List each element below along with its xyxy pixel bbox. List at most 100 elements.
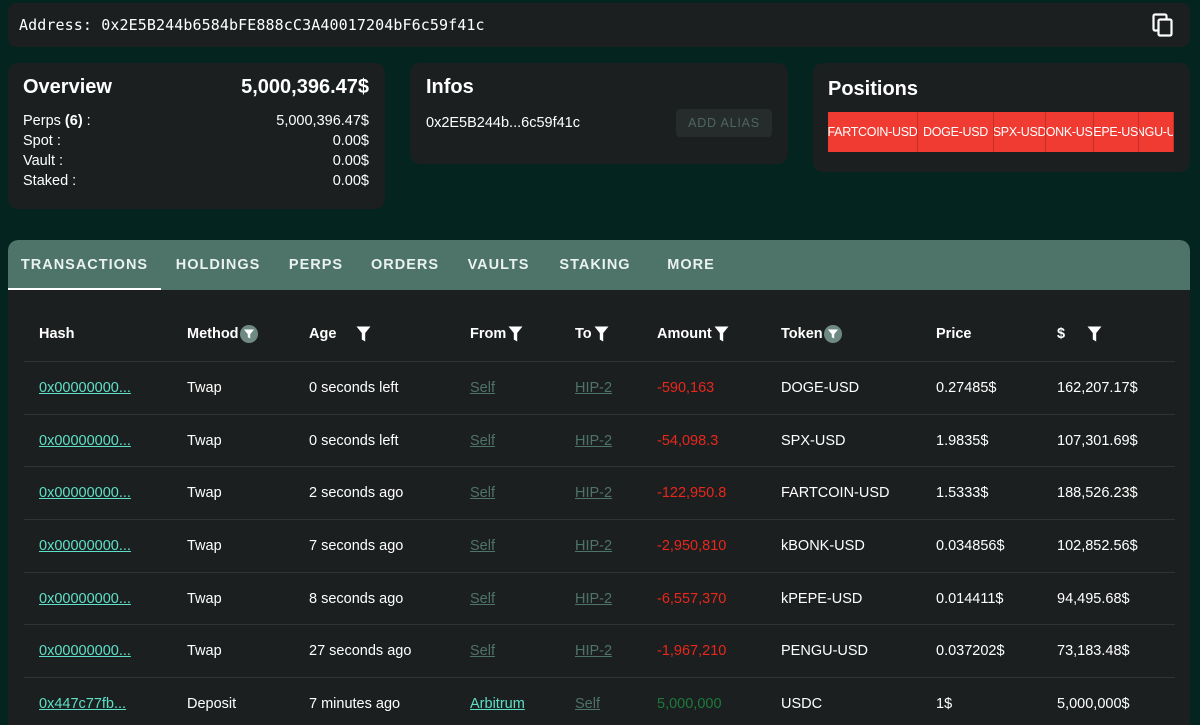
row-amount: -590,163 xyxy=(657,379,715,396)
position-badge-doge[interactable]: DOGE-USD xyxy=(918,112,994,152)
add-alias-button[interactable]: ADD ALIAS xyxy=(676,109,772,137)
tab-orders[interactable]: ORDERS xyxy=(357,240,453,290)
header-usd: $ xyxy=(1057,326,1102,342)
positions-badges: FARTCOIN-USD DOGE-USD SPX-USD BONK-USD P… xyxy=(828,112,1174,152)
row-hash-link[interactable]: 0x00000000... xyxy=(39,380,131,396)
positions-card: Positions FARTCOIN-USD DOGE-USD SPX-USD … xyxy=(813,63,1190,172)
tab-more[interactable]: MORE xyxy=(646,240,736,290)
row-to-link[interactable]: HIP-2 xyxy=(575,485,612,501)
row-token: FARTCOIN-USD xyxy=(781,485,890,502)
tab-vaults[interactable]: VAULTS xyxy=(453,240,544,290)
overview-card: Overview 5,000,396.47$ Perps (6) : 5,000… xyxy=(8,63,385,209)
overview-row-perps: Perps (6) : 5,000,396.47$ xyxy=(23,111,369,131)
header-token: Token xyxy=(781,324,842,343)
header-price: Price xyxy=(936,325,972,342)
row-to-link[interactable]: HIP-2 xyxy=(575,643,612,659)
overview-row-label: Staked : xyxy=(23,173,77,189)
row-amount: -2,950,810 xyxy=(657,537,727,554)
row-price: 0.27485$ xyxy=(936,379,997,396)
table-row: 0x00000000... Twap 0 seconds left Self HIP-2… xyxy=(24,415,1175,468)
overview-row-staked: Staked : 0.00$ xyxy=(23,171,369,191)
row-token: PENGU-USD xyxy=(781,643,869,660)
position-badge-pepe[interactable]: PEPE-USD xyxy=(1094,112,1139,152)
row-method: Twap xyxy=(187,590,222,607)
infos-card: Infos 0x2E5B244b...6c59f41c ADD ALIAS xyxy=(410,63,788,164)
from-filter-icon[interactable] xyxy=(508,326,523,342)
usd-filter-icon[interactable] xyxy=(1087,326,1102,342)
header-method: Method xyxy=(187,324,258,343)
row-to-link[interactable]: Self xyxy=(575,696,600,712)
address-label: Address: xyxy=(19,16,93,34)
age-filter-icon[interactable] xyxy=(356,326,371,342)
overview-total: 5,000,396.47$ xyxy=(241,75,369,98)
position-badge-spx[interactable]: SPX-USD xyxy=(994,112,1046,152)
row-age: 0 seconds left xyxy=(309,379,399,396)
row-price: 1.9835$ xyxy=(936,432,989,449)
row-price: 0.014411$ xyxy=(936,590,1004,607)
header-amount: Amount xyxy=(657,326,729,342)
tab-transactions[interactable]: TRANSACTIONS xyxy=(8,240,161,290)
infos-short-address: 0x2E5B244b...6c59f41c xyxy=(426,115,580,131)
amount-filter-icon[interactable] xyxy=(714,326,729,342)
tabs-bar: TRANSACTIONS HOLDINGS PERPS ORDERS VAULT… xyxy=(8,240,1190,290)
row-token: kPEPE-USD xyxy=(781,590,863,607)
row-hash-link[interactable]: 0x00000000... xyxy=(39,433,131,449)
row-method: Twap xyxy=(187,485,222,502)
row-to-link[interactable]: HIP-2 xyxy=(575,380,612,396)
tabs-panel: TRANSACTIONS HOLDINGS PERPS ORDERS VAULT… xyxy=(8,240,1190,725)
row-hash-link[interactable]: 0x00000000... xyxy=(39,643,131,659)
row-amount: -122,950.8 xyxy=(657,485,727,502)
method-filter-icon[interactable] xyxy=(239,324,258,343)
table-row: 0x447c77fb... Deposit 7 minutes ago Arbitru… xyxy=(24,678,1175,725)
address-display: Address: 0x2E5B244b6584bFE888cC3A4001720… xyxy=(19,16,485,34)
position-badge-pengu[interactable]: PENGU-USD xyxy=(1139,112,1174,152)
row-age: 7 seconds ago xyxy=(309,537,404,554)
row-from-link[interactable]: Self xyxy=(470,538,495,554)
overview-row-value: 0.00$ xyxy=(332,133,369,149)
position-badge-bonk[interactable]: BONK-USD xyxy=(1046,112,1094,152)
to-filter-icon[interactable] xyxy=(594,326,609,342)
row-method: Twap xyxy=(187,379,222,396)
row-usd-value: 73,183.48$ xyxy=(1057,643,1130,660)
row-amount: 5,000,000 xyxy=(657,695,722,712)
tab-staking[interactable]: STAKING xyxy=(544,240,646,290)
header-hash: Hash xyxy=(39,325,75,342)
infos-title: Infos xyxy=(426,76,474,98)
row-to-link[interactable]: HIP-2 xyxy=(575,591,612,607)
header-age: Age xyxy=(309,326,371,342)
row-to-link[interactable]: HIP-2 xyxy=(575,538,612,554)
token-filter-icon[interactable] xyxy=(823,324,842,343)
row-amount: -1,967,210 xyxy=(657,643,727,660)
row-hash-link[interactable]: 0x00000000... xyxy=(39,538,131,554)
table-row: 0x00000000... Twap 8 seconds ago Self HIP-2 -… xyxy=(24,573,1175,626)
row-hash-link[interactable]: 0x00000000... xyxy=(39,591,131,607)
positions-title: Positions xyxy=(828,78,919,100)
row-hash-link[interactable]: 0x447c77fb... xyxy=(39,696,126,712)
row-from-link[interactable]: Arbitrum xyxy=(470,696,525,712)
row-usd-value: 107,301.69$ xyxy=(1057,432,1138,449)
row-hash-link[interactable]: 0x00000000... xyxy=(39,485,131,501)
row-amount: -6,557,370 xyxy=(657,590,727,607)
row-to-link[interactable]: HIP-2 xyxy=(575,433,612,449)
row-price: 1.5333$ xyxy=(936,485,989,502)
position-badge-fartcoin[interactable]: FARTCOIN-USD xyxy=(828,112,918,152)
address-bar: Address: 0x2E5B244b6584bFE888cC3A4001720… xyxy=(8,3,1190,47)
table-row: 0x00000000... Twap 27 seconds ago Self HIP-2… xyxy=(24,625,1175,679)
copy-icon[interactable] xyxy=(1152,13,1174,37)
row-usd-value: 94,495.68$ xyxy=(1057,590,1130,607)
row-amount: -54,098.3 xyxy=(657,432,719,449)
row-from-link[interactable]: Self xyxy=(470,380,495,396)
header-from: From xyxy=(470,326,523,342)
row-usd-value: 162,207.17$ xyxy=(1057,379,1138,396)
row-from-link[interactable]: Self xyxy=(470,485,495,501)
row-from-link[interactable]: Self xyxy=(470,591,495,607)
tab-perps[interactable]: PERPS xyxy=(275,240,357,290)
overview-row-value: 5,000,396.47$ xyxy=(276,113,369,129)
row-token: DOGE-USD xyxy=(781,379,860,396)
row-from-link[interactable]: Self xyxy=(470,643,495,659)
tab-holdings[interactable]: HOLDINGS xyxy=(161,240,275,290)
overview-row-label: Spot : xyxy=(23,133,61,149)
row-method: Deposit xyxy=(187,695,237,712)
row-from-link[interactable]: Self xyxy=(470,433,495,449)
row-price: 0.037202$ xyxy=(936,643,1005,660)
